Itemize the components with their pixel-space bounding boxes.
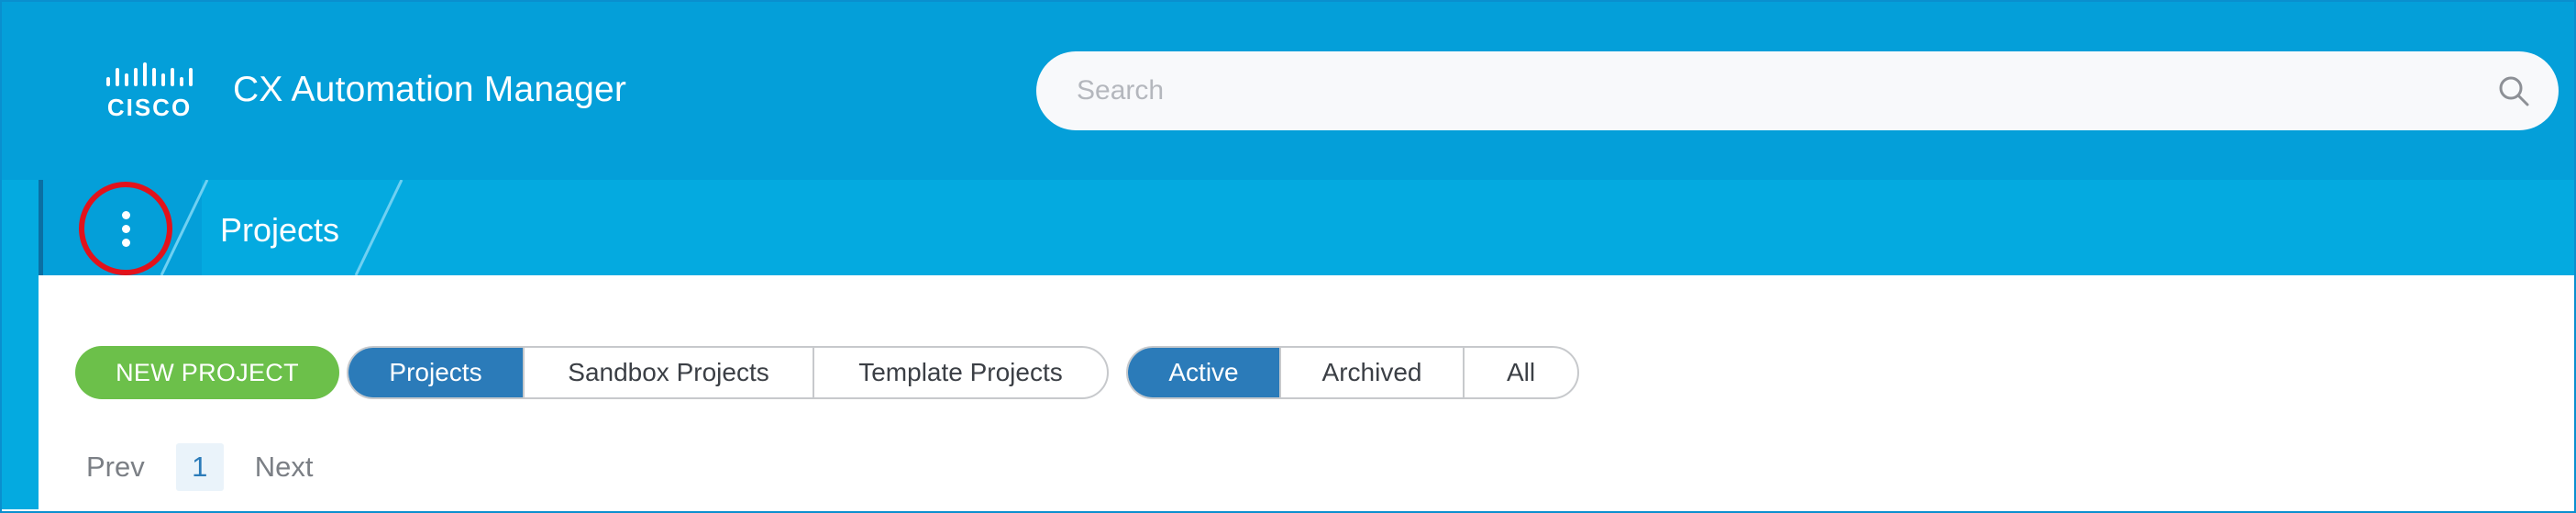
kebab-menu-icon (121, 210, 130, 247)
search-icon[interactable] (2496, 73, 2531, 108)
tab-sandbox-projects[interactable]: Sandbox Projects (525, 348, 814, 397)
search-bar[interactable] (1036, 51, 2559, 130)
svg-text:CISCO: CISCO (107, 94, 192, 121)
breadcrumb-item-projects[interactable]: Projects (220, 211, 339, 250)
app-window: CISCO CX Automation Manager Projects NEW… (0, 0, 2576, 513)
pagination: Prev 1 Next (86, 442, 314, 492)
top-header: CISCO CX Automation Manager (2, 2, 2574, 180)
prev-page-link[interactable]: Prev (86, 451, 145, 484)
breadcrumb-separator (350, 180, 405, 275)
filter-archived[interactable]: Archived (1281, 348, 1465, 397)
search-input[interactable] (1077, 51, 2452, 130)
filter-all[interactable]: All (1465, 348, 1577, 397)
app-title: CX Automation Manager (233, 70, 627, 109)
page-number-current[interactable]: 1 (175, 443, 224, 491)
kebab-menu-button[interactable] (79, 182, 172, 275)
tab-template-projects[interactable]: Template Projects (814, 348, 1107, 397)
filter-active[interactable]: Active (1128, 348, 1281, 397)
status-filter: Active Archived All (1126, 346, 1579, 399)
tab-projects[interactable]: Projects (348, 348, 525, 397)
left-edge-strip (2, 180, 39, 509)
cisco-logo-icon: CISCO (106, 62, 193, 121)
new-project-button[interactable]: NEW PROJECT (75, 346, 339, 399)
next-page-link[interactable]: Next (255, 451, 314, 484)
cisco-logo: CISCO (94, 62, 204, 121)
project-type-filter: Projects Sandbox Projects Template Proje… (347, 346, 1109, 399)
breadcrumb-bar (39, 180, 2574, 275)
